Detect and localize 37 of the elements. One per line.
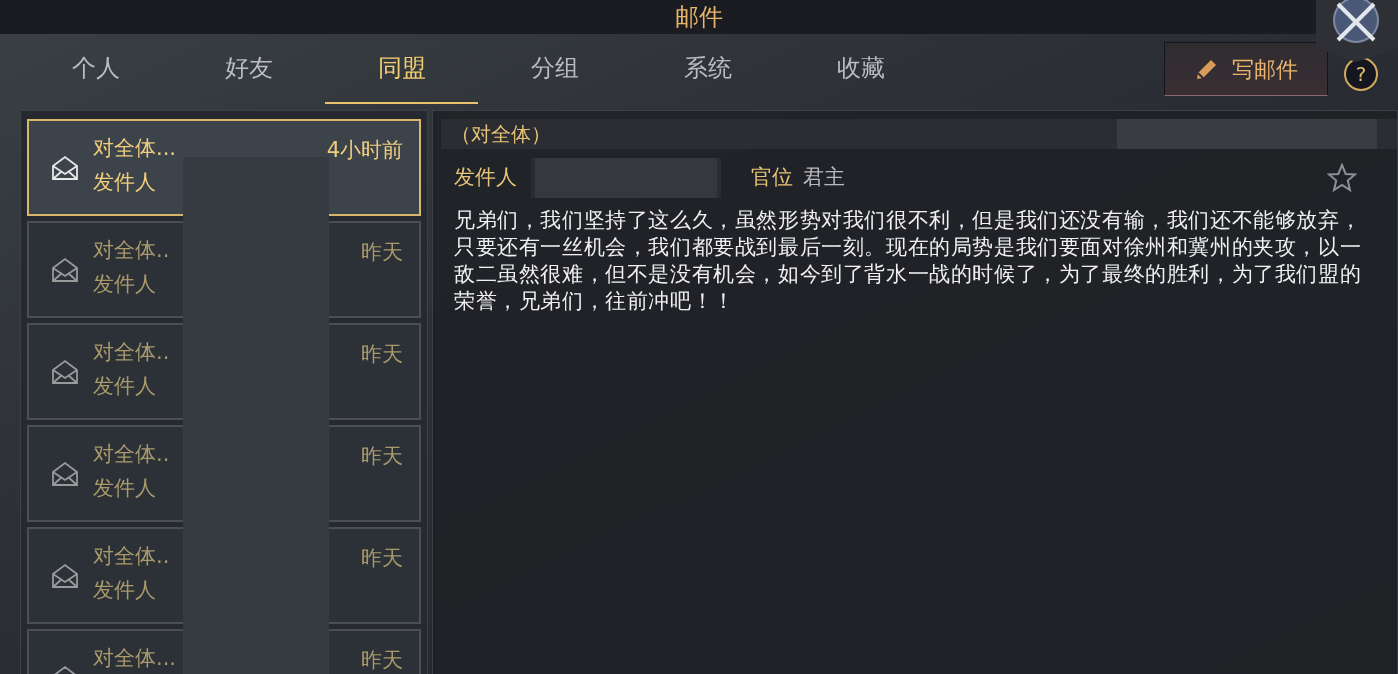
help-button[interactable]: ? xyxy=(1344,57,1378,91)
sender-label: 发件人 xyxy=(93,271,157,298)
sender-label: 发件人 xyxy=(93,577,157,604)
tab[interactable]: 个人 xyxy=(19,34,172,104)
mail-subject: 对全体... xyxy=(93,645,177,672)
envelope-icon xyxy=(51,358,79,385)
star-icon[interactable] xyxy=(1327,163,1357,193)
tab[interactable]: 分组 xyxy=(478,34,631,104)
mail-subject: 对全体... xyxy=(93,135,177,162)
tab[interactable]: 同盟 xyxy=(325,34,478,104)
mail-subject: 对全体.. xyxy=(93,339,170,366)
sender-label: 发件人 xyxy=(93,373,157,400)
sender-label: 发件人 xyxy=(454,164,517,192)
mail-subject: 对全体.. xyxy=(93,543,170,570)
sender-label: 发件人 xyxy=(93,169,157,196)
mail-time: 昨天 xyxy=(361,443,403,470)
sender-label: 发件人 xyxy=(93,475,157,502)
window-title: 邮件 xyxy=(675,5,723,29)
tab[interactable]: 收藏 xyxy=(784,34,937,104)
rank-label: 官位 xyxy=(751,164,793,192)
mail-time: 昨天 xyxy=(361,341,403,368)
mail-time: 昨天 xyxy=(361,545,403,572)
mail-subject: 对全体.. xyxy=(93,237,170,264)
mail-time: 昨天 xyxy=(361,647,403,674)
envelope-icon xyxy=(51,154,79,181)
rank-value: 君主 xyxy=(803,164,845,192)
mail-body: 兄弟们，我们坚持了这么久，虽然形势对我们很不利，但是我们还没有输，我们还不能够放弃，只要还有一丝机会，我们都要战到最后一刻。现在的局势是我们要面对徐州和冀州的夹攻，以一敌二虽然很难，但不是没有机会，如今到了背水一战的时候了，为了最终的胜利，为了我们盟的荣誉，兄弟们，往前冲吧！！ xyxy=(453,207,1363,315)
compose-button[interactable]: 写邮件 xyxy=(1164,42,1328,96)
mail-time: 昨天 xyxy=(361,239,403,266)
envelope-icon xyxy=(51,256,79,283)
mail-time: 4小时前 xyxy=(326,137,403,164)
envelope-icon xyxy=(51,562,79,589)
tab[interactable]: 系统 xyxy=(631,34,784,104)
mail-subject: （对全体） xyxy=(451,121,551,148)
tab[interactable]: 好友 xyxy=(172,34,325,104)
envelope-icon xyxy=(51,460,79,487)
mail-subject: 对全体.. xyxy=(93,441,170,468)
